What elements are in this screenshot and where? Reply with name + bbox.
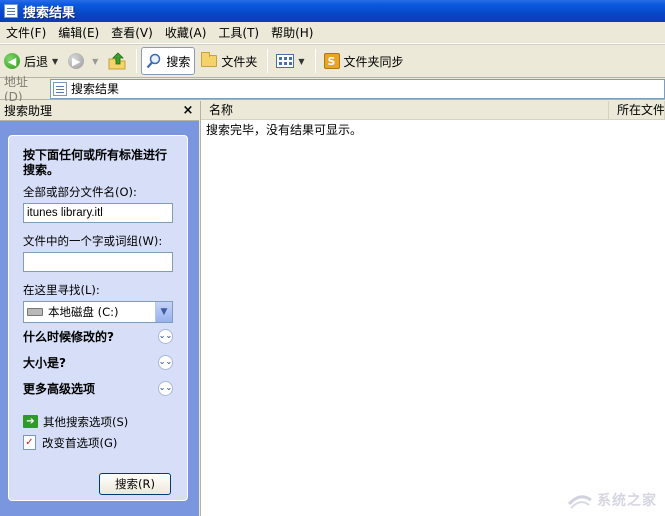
search-submit-button[interactable]: 搜索(R) <box>99 473 171 495</box>
filename-input[interactable] <box>23 203 173 223</box>
folders-label: 文件夹 <box>221 54 258 69</box>
folder-sync-button[interactable]: S 文件夹同步 <box>320 47 408 75</box>
results-pane: 名称 所在文件夹 搜索完毕，没有结果可显示。 <box>200 101 665 516</box>
title-bar: 搜索结果 <box>0 0 665 22</box>
filename-label: 全部或部分文件名(O): <box>23 185 137 199</box>
change-preferences-label: 改变首选项(G) <box>42 435 118 450</box>
close-icon[interactable]: × <box>181 103 195 118</box>
search-button[interactable]: 搜索 <box>141 47 196 75</box>
look-in-select[interactable]: 本地磁盘 (C:) ▼ <box>23 301 173 323</box>
look-in-label: 在这里寻找(L): <box>23 283 100 297</box>
when-modified-label: 什么时候修改的? <box>23 329 114 344</box>
folder-sync-label: 文件夹同步 <box>343 54 404 69</box>
menu-file[interactable]: 文件(F) <box>0 23 52 43</box>
hard-drive-icon <box>27 308 43 316</box>
back-button[interactable]: ◀ 后退 ▼ <box>0 47 62 75</box>
folder-icon <box>201 52 218 67</box>
views-button[interactable]: ▼ <box>272 47 308 75</box>
menu-tools[interactable]: 工具(T) <box>212 23 265 43</box>
menu-help[interactable]: 帮助(H) <box>265 23 319 43</box>
menu-bar: 文件(F) 编辑(E) 查看(V) 收藏(A) 工具(T) 帮助(H) <box>0 22 665 44</box>
checklist-icon: ✓ <box>23 435 36 450</box>
window-title: 搜索结果 <box>23 5 76 21</box>
phrase-input[interactable] <box>23 252 173 272</box>
results-column-headers: 名称 所在文件夹 <box>201 101 665 120</box>
watermark-logo-icon <box>567 495 592 509</box>
other-search-options-label: 其他搜索选项(S) <box>43 414 129 429</box>
back-label: 后退 <box>24 54 49 69</box>
address-bar: 地址(D) 搜索结果 <box>0 75 665 104</box>
menu-view[interactable]: 查看(V) <box>105 23 159 43</box>
toolbar: ◀ 后退 ▼ ▶ ▼ 搜索 文件夹 ▼ S 文件夹同步 <box>0 44 665 78</box>
search-companion-pane: 搜索助理 × 按下面任何或所有标准进行搜索。 全部或部分文件名(O): 文件中的… <box>0 101 199 516</box>
search-pane-header: 搜索助理 × <box>0 101 199 121</box>
views-icon <box>276 54 295 68</box>
forward-button[interactable]: ▶ ▼ <box>64 47 102 75</box>
toolbar-separator <box>314 49 316 73</box>
look-in-value: 本地磁盘 (C:) <box>48 305 119 319</box>
green-arrow-icon: ➔ <box>23 415 38 428</box>
sync-icon: S <box>323 53 340 69</box>
size-toggle[interactable]: 大小是? ⌄⌄ <box>23 349 173 375</box>
search-pane-title: 搜索助理 <box>4 104 53 118</box>
column-header-name[interactable]: 名称 <box>201 101 609 120</box>
column-header-folder[interactable]: 所在文件夹 <box>609 101 665 120</box>
search-results-icon <box>53 81 67 96</box>
back-arrow-icon: ◀ <box>4 53 20 69</box>
views-dropdown-icon: ▼ <box>298 56 305 66</box>
forward-arrow-icon: ▶ <box>68 53 85 69</box>
advanced-options-label: 更多高级选项 <box>23 381 96 396</box>
menu-edit[interactable]: 编辑(E) <box>52 23 105 43</box>
expand-chevron-icon[interactable]: ⌄⌄ <box>158 328 173 344</box>
expand-chevron-icon[interactable]: ⌄⌄ <box>158 354 173 370</box>
back-dropdown-icon[interactable]: ▼ <box>52 57 58 66</box>
toolbar-separator <box>267 49 269 73</box>
watermark-text: 系统之家 <box>597 493 657 509</box>
other-search-options-link[interactable]: ➔ 其他搜索选项(S) <box>23 411 173 432</box>
change-preferences-link[interactable]: ✓ 改变首选项(G) <box>23 432 173 453</box>
search-criteria-panel: 按下面任何或所有标准进行搜索。 全部或部分文件名(O): 文件中的一个字或词组(… <box>8 135 188 501</box>
chevron-down-icon[interactable]: ▼ <box>155 302 172 322</box>
search-label: 搜索 <box>166 54 191 69</box>
address-input[interactable]: 搜索结果 <box>50 78 665 99</box>
up-folder-button[interactable] <box>104 47 130 75</box>
empty-results-message: 搜索完毕，没有结果可显示。 <box>206 123 363 137</box>
forward-dropdown-icon[interactable]: ▼ <box>92 57 98 66</box>
size-label: 大小是? <box>23 355 66 370</box>
search-results-window-icon <box>4 4 18 18</box>
watermark: 系统之家 <box>567 490 657 510</box>
up-folder-icon <box>108 52 126 70</box>
toolbar-separator <box>136 49 138 73</box>
when-modified-toggle[interactable]: 什么时候修改的? ⌄⌄ <box>23 323 173 349</box>
folders-button[interactable]: 文件夹 <box>197 47 261 75</box>
address-value: 搜索结果 <box>71 82 120 96</box>
menu-favorites[interactable]: 收藏(A) <box>159 23 213 43</box>
search-icon <box>147 53 161 69</box>
phrase-label: 文件中的一个字或词组(W): <box>23 234 163 248</box>
search-prompt: 按下面任何或所有标准进行搜索。 <box>23 148 168 177</box>
address-label: 地址(D) <box>4 75 29 104</box>
advanced-options-toggle[interactable]: 更多高级选项 ⌄⌄ <box>23 375 173 401</box>
expand-chevron-icon[interactable]: ⌄⌄ <box>158 380 173 396</box>
